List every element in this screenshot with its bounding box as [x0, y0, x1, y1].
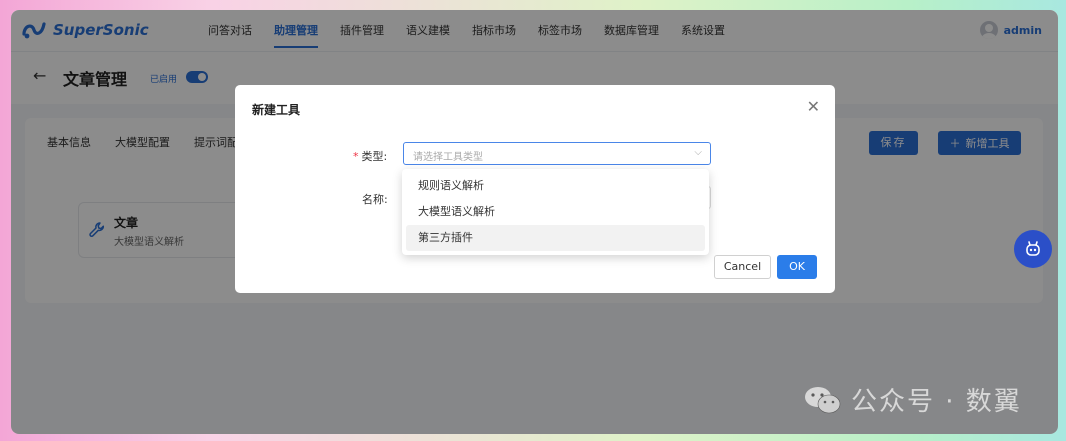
modal-title: 新建工具 — [252, 103, 301, 117]
tool-type-select[interactable]: 请选择工具类型 ⌵ — [403, 142, 711, 165]
type-label-text: 类型: — [361, 150, 388, 163]
cancel-button[interactable]: Cancel — [714, 255, 771, 279]
close-icon[interactable]: ✕ — [807, 97, 820, 116]
assistant-float-button[interactable] — [1014, 230, 1052, 268]
robot-icon — [1026, 241, 1040, 256]
new-tool-modal: 新建工具 ✕ * 类型: 请选择工具类型 ⌵ 名称: 规则语义解析 大模型语义解析… — [235, 85, 835, 293]
type-field-label: * 类型: — [353, 148, 387, 164]
tool-type-dropdown: 规则语义解析 大模型语义解析 第三方插件 — [402, 169, 709, 255]
watermark: 公众号 · 数翼 — [803, 381, 1022, 418]
option-llm-parser[interactable]: 大模型语义解析 — [406, 199, 705, 225]
ok-button[interactable]: OK — [777, 255, 817, 279]
option-rule-parser[interactable]: 规则语义解析 — [406, 173, 705, 199]
chevron-down-icon: ⌵ — [694, 147, 702, 158]
watermark-text: 公众号 · 数翼 — [851, 387, 1022, 417]
option-third-party-plugin[interactable]: 第三方插件 — [406, 225, 705, 251]
name-field-label: 名称: — [362, 193, 388, 206]
wechat-icon — [805, 386, 841, 413]
required-mark: * — [353, 150, 359, 163]
tool-type-placeholder: 请选择工具类型 — [413, 152, 483, 163]
